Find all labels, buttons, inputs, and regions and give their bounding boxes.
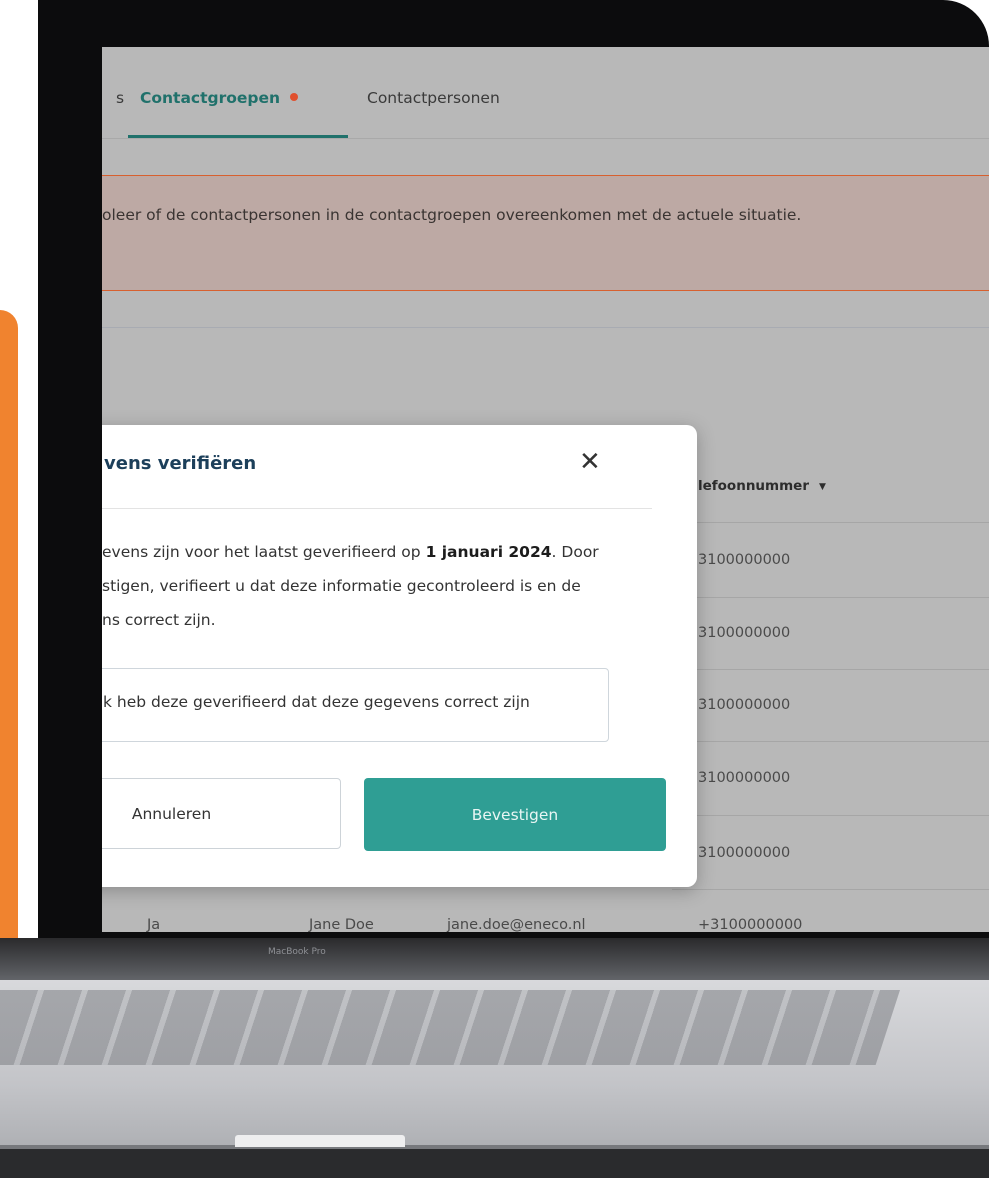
phone-cell: 3100000000 xyxy=(698,770,791,786)
row-divider xyxy=(672,741,989,742)
laptop-base-edge xyxy=(0,1145,989,1149)
confirm-button[interactable]: Bevestigen xyxy=(364,778,666,851)
dialog-body-line: stigen, verifieert u dat deze informatie… xyxy=(102,577,581,595)
alert-text: oleer of de contactpersonen in de contac… xyxy=(102,206,802,224)
cancel-button[interactable]: Annuleren xyxy=(102,778,341,849)
tab-previous[interactable]: s xyxy=(116,89,124,107)
column-header-label: lefoonnummer xyxy=(698,478,809,494)
phone-column-header[interactable]: lefoonnummer ▼ xyxy=(698,478,826,494)
table-cell-name: Jane Doe xyxy=(309,917,374,932)
row-divider xyxy=(672,669,989,670)
row-divider xyxy=(672,815,989,816)
tab-bar: s Contactgroepen Contactpersonen xyxy=(102,47,989,139)
dialog-body: evens zijn voor het laatst geverifieerd … xyxy=(102,535,662,637)
device-label: MacBook Pro xyxy=(268,947,326,957)
row-divider xyxy=(672,889,989,890)
phone-cell: 3100000000 xyxy=(698,625,791,641)
tab-contactpersonen[interactable]: Contactpersonen xyxy=(367,89,500,107)
verification-checkbox-field[interactable]: k heb deze geverifieerd dat deze gegeven… xyxy=(102,668,609,742)
dialog-body-line: ns correct zijn. xyxy=(102,611,216,629)
verification-statement: k heb deze geverifieerd dat deze gegeven… xyxy=(103,693,530,711)
dialog-title: vens verifiëren xyxy=(104,453,257,474)
warning-alert: oleer of de contactpersonen in de contac… xyxy=(102,175,989,291)
laptop-base xyxy=(0,1145,989,1178)
table-cell-email: jane.doe@eneco.nl xyxy=(447,917,586,932)
sort-down-icon: ▼ xyxy=(819,482,826,492)
verify-dialog: vens verifiëren ✕ evens zijn voor het la… xyxy=(102,425,697,887)
tab-label: Contactgroepen xyxy=(140,89,281,107)
phone-cell: 3100000000 xyxy=(698,552,791,568)
phone-cell: 3100000000 xyxy=(698,845,791,861)
phone-cell: 3100000000 xyxy=(698,697,791,713)
row-divider xyxy=(672,597,989,598)
trackpad xyxy=(235,1135,405,1147)
dialog-body-line: evens zijn voor het laatst geverifieerd … xyxy=(102,535,662,569)
orange-accent-bar xyxy=(0,310,18,980)
last-verified-date: 1 januari 2024 xyxy=(425,543,552,561)
dialog-text: . Door xyxy=(551,543,599,561)
row-divider xyxy=(672,522,989,523)
dialog-divider xyxy=(102,508,652,509)
notification-dot-icon xyxy=(290,93,299,101)
table-cell-col1: Ja xyxy=(147,917,161,932)
laptop-screen: s Contactgroepen Contactpersonen oleer o… xyxy=(102,47,989,932)
close-icon[interactable]: ✕ xyxy=(579,447,601,477)
laptop-bezel: s Contactgroepen Contactpersonen oleer o… xyxy=(38,0,989,975)
active-tab-indicator xyxy=(128,135,348,138)
dialog-text: evens zijn voor het laatst geverifieerd … xyxy=(102,543,426,561)
tab-contactgroepen[interactable]: Contactgroepen xyxy=(140,89,299,107)
phone-cell: +3100000000 xyxy=(698,917,803,932)
keyboard-keys xyxy=(0,990,900,1065)
section-divider xyxy=(102,327,989,328)
